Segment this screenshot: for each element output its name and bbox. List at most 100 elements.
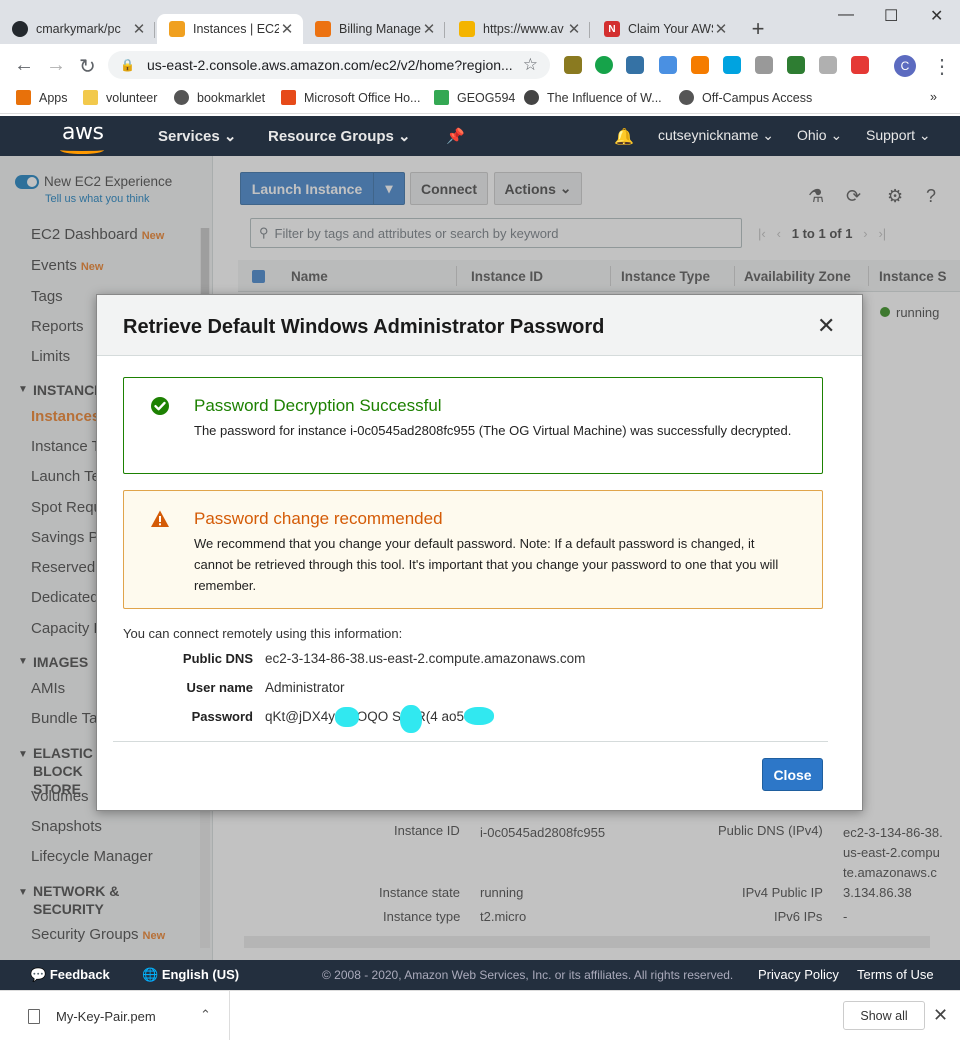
lock-icon: 🔒 [120, 58, 135, 72]
tab-title: cmarkymark/pc [36, 22, 121, 36]
warning-alert-title: Password change recommended [194, 509, 443, 528]
chevron-up-icon[interactable]: ⌃ [200, 1007, 211, 1023]
check-circle-icon [151, 397, 169, 415]
redaction-mark [335, 707, 359, 727]
aws-footer: 💬 Feedback 🌐 English (US) © 2008 - 2020,… [0, 960, 960, 990]
bookmark-influence[interactable]: The Influence of W... [524, 90, 662, 105]
feedback-link[interactable]: 💬 Feedback [30, 967, 110, 983]
bookmark-apps[interactable]: Apps [16, 90, 68, 105]
notification-bell-icon[interactable]: 🔔 [614, 127, 634, 147]
bookmark-volunteer[interactable]: volunteer [83, 90, 157, 105]
dialog-header: Retrieve Default Windows Administrator P… [97, 295, 862, 356]
profile-avatar[interactable]: C [894, 55, 916, 77]
tab-title: Claim Your AWS [628, 22, 713, 36]
mega-extension-icon[interactable] [851, 56, 869, 74]
tab-close-icon[interactable]: ✕ [713, 20, 729, 38]
tab-title: https://www.av [483, 22, 564, 36]
redaction-mark [464, 707, 494, 725]
browser-tab-ec2-instances[interactable]: Instances | EC2 ✕ [157, 14, 303, 44]
success-alert-body: The password for instance i-0c0545ad2808… [194, 423, 792, 438]
privacy-policy-link[interactable]: Privacy Policy [758, 967, 839, 982]
retrieve-password-dialog: Retrieve Default Windows Administrator P… [96, 294, 863, 811]
close-button[interactable]: Close [762, 758, 823, 791]
aws-box-icon [459, 21, 475, 37]
speech-bubble-icon: 💬 [30, 967, 47, 982]
calendar-extension-icon[interactable] [691, 56, 709, 74]
connect-info-text: You can connect remotely using this info… [123, 626, 403, 641]
apps-grid-icon [16, 90, 31, 105]
bookmark-off-campus[interactable]: Off-Campus Access [679, 90, 812, 105]
notion-n-icon: N [604, 21, 620, 37]
account-menu[interactable]: cutseynickname ⌄ [658, 127, 774, 144]
browser-tab-aws-site[interactable]: https://www.av ✕ [447, 14, 590, 44]
dialog-close-icon[interactable]: ✕ [817, 315, 835, 337]
download-filename: My-Key-Pair.pem [56, 1008, 156, 1024]
window-extension-icon[interactable] [819, 56, 837, 74]
forward-arrow-icon[interactable]: → [46, 54, 66, 77]
aws-favicon-icon [169, 21, 185, 37]
window-close-icon[interactable]: ✕ [930, 6, 943, 26]
show-all-button[interactable]: Show all [843, 1001, 925, 1030]
folder-icon [83, 90, 98, 105]
warning-alert-body: We recommend that you change your defaul… [194, 536, 779, 593]
bookmark-office[interactable]: Microsoft Office Ho... [281, 90, 420, 105]
reload-icon[interactable]: ↻ [79, 54, 96, 79]
terms-of-use-link[interactable]: Terms of Use [857, 967, 934, 982]
tab-title: Billing Manage [339, 22, 421, 36]
chevron-down-icon: ⌄ [398, 128, 411, 145]
aws-console-navbar: aws Services ⌄ Resource Groups ⌄ 📌 🔔 cut… [0, 116, 960, 156]
gear-icon [524, 90, 539, 105]
tab-close-icon[interactable]: ✕ [279, 20, 295, 38]
close-shelf-icon[interactable]: ✕ [933, 1005, 948, 1026]
public-dns-label: Public DNS [182, 651, 253, 666]
password-label: Password [191, 709, 253, 724]
browser-menu-icon[interactable]: ⋮ [932, 54, 952, 79]
maximize-icon[interactable]: ☐ [884, 6, 898, 26]
tab-close-icon[interactable]: ✕ [421, 20, 437, 38]
tab-close-icon[interactable]: ✕ [566, 20, 582, 38]
bookmark-bookmarklet[interactable]: bookmarklet [174, 90, 265, 105]
more-bookmarks-icon[interactable]: » [930, 90, 937, 104]
support-menu[interactable]: Support ⌄ [866, 127, 931, 144]
grammarly-extension-icon[interactable] [595, 56, 613, 74]
warning-triangle-icon [151, 510, 169, 527]
minimize-icon[interactable]: — [838, 6, 854, 24]
user-name-value: Administrator [265, 680, 345, 695]
bookmark-star-icon[interactable]: ☆ [523, 55, 538, 75]
success-alert-title: Password Decryption Successful [194, 396, 442, 415]
browser-toolbar: ← → ↻ 🔒 us-east-2.console.aws.amazon.com… [0, 44, 960, 86]
back-arrow-icon[interactable]: ← [14, 54, 34, 77]
chevron-down-icon: ⌄ [223, 128, 237, 145]
paypal-extension-icon[interactable] [564, 56, 582, 74]
browser-tab-claim-aws[interactable]: N Claim Your AWS ✕ [592, 14, 737, 44]
tab-close-icon[interactable]: ✕ [131, 20, 147, 38]
lock-extension-icon[interactable] [787, 56, 805, 74]
office-icon [281, 90, 296, 105]
browser-tab-github[interactable]: cmarkymark/pc ✕ [0, 14, 155, 44]
skype-extension-icon[interactable] [723, 56, 741, 74]
bookmark-geog594[interactable]: GEOG594 [434, 90, 515, 105]
python-extension-icon[interactable] [626, 56, 644, 74]
password-value: qKt@jDX4y QdOQO SyZR(4 ao5 [265, 709, 465, 724]
download-item[interactable]: My-Key-Pair.pem ⌃ [0, 991, 230, 1040]
pin-icon[interactable]: 📌 [446, 127, 465, 145]
file-icon [28, 1008, 40, 1024]
resource-groups-menu[interactable]: Resource Groups ⌄ [268, 127, 411, 145]
services-menu[interactable]: Services ⌄ [158, 127, 236, 145]
globe-icon: 🌐 [142, 967, 159, 982]
globe-icon [679, 90, 694, 105]
list-extension-icon[interactable] [755, 56, 773, 74]
language-selector[interactable]: 🌐 English (US) [142, 967, 239, 983]
drive-extension-icon[interactable] [659, 56, 677, 74]
github-icon [12, 21, 28, 37]
address-bar[interactable]: 🔒 us-east-2.console.aws.amazon.com/ec2/v… [108, 51, 550, 79]
aws-logo[interactable]: aws [60, 120, 104, 154]
dialog-divider [113, 741, 828, 742]
globe-icon [174, 90, 189, 105]
bookmarks-bar: Apps volunteer bookmarklet Microsoft Off… [0, 86, 960, 114]
new-tab-button[interactable]: + [746, 18, 770, 42]
aws-box-icon [315, 21, 331, 37]
browser-tab-strip: cmarkymark/pc ✕ Instances | EC2 ✕ Billin… [0, 0, 960, 44]
region-menu[interactable]: Ohio ⌄ [797, 127, 842, 144]
browser-tab-billing[interactable]: Billing Manage ✕ [303, 14, 445, 44]
